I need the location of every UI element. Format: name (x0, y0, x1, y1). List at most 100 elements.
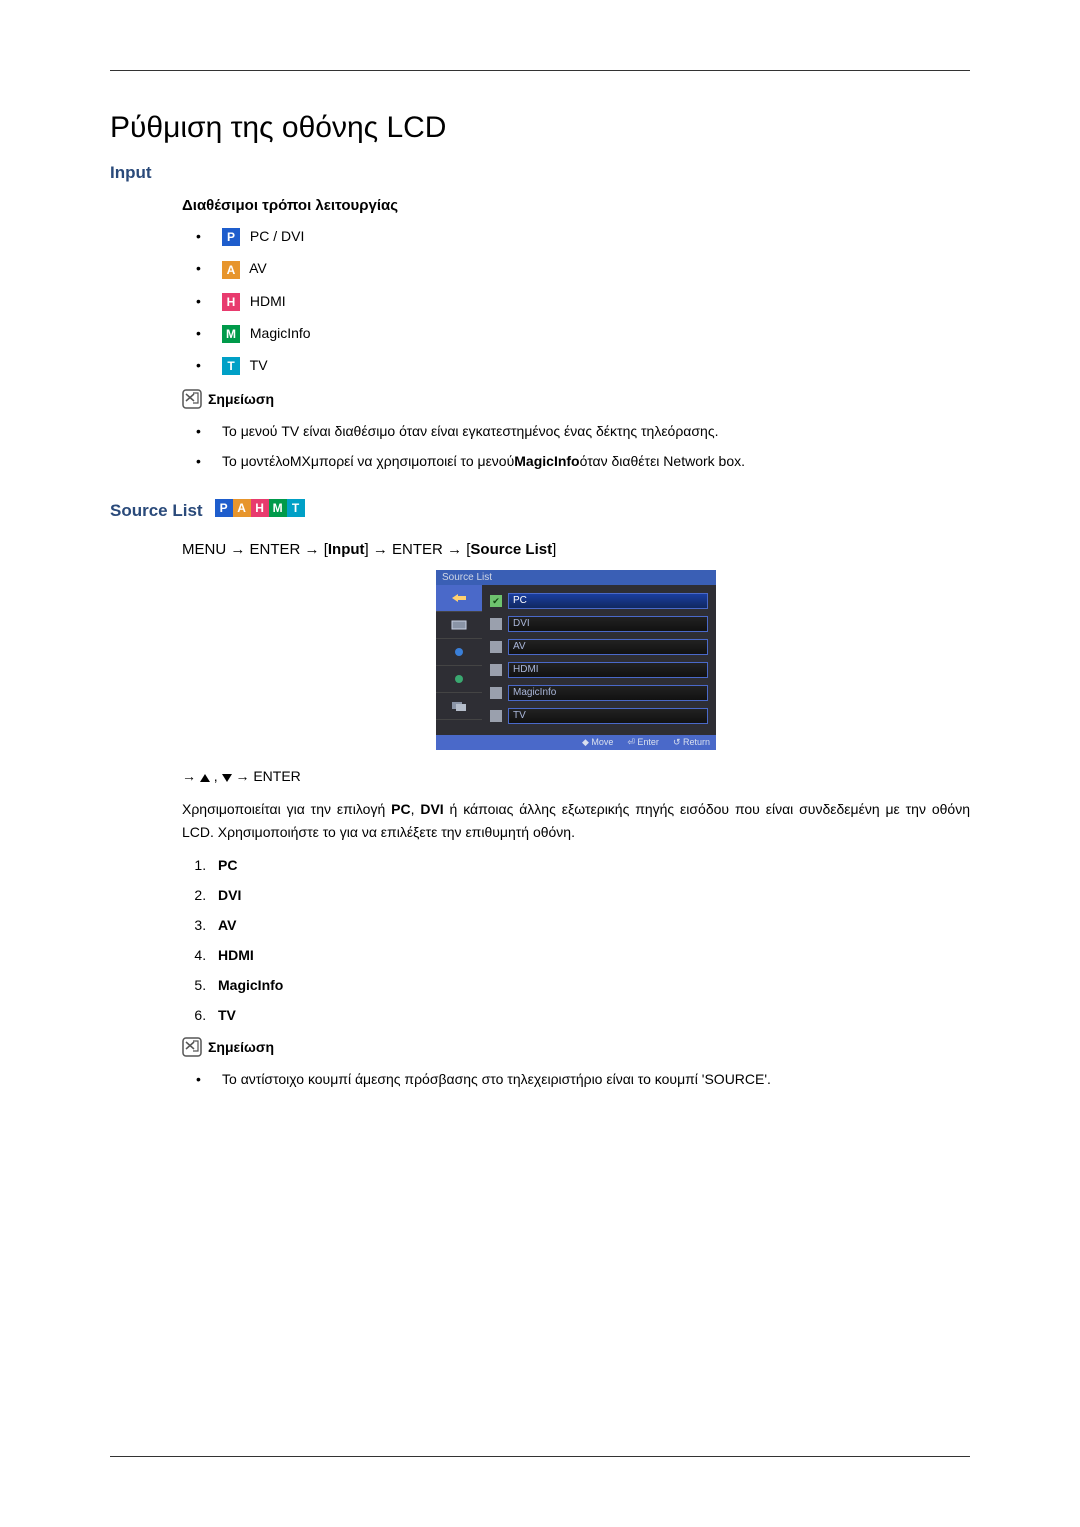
osd-row-hdmi: HDMI (490, 660, 708, 680)
top-divider (110, 70, 970, 71)
modes-heading: Διαθέσιμοι τρόποι λειτουργίας (182, 197, 970, 214)
osd-left-multi-icon (436, 693, 482, 720)
osd-row-pc: ✔ PC (490, 591, 708, 611)
notes-list-2: Το αντίστοιχο κουμπί άμεσης πρόσβασης στ… (182, 1071, 970, 1087)
section-source-list: Source List (110, 501, 203, 521)
a-icon: A (222, 261, 240, 279)
osd-row-magicinfo: MagicInfo (490, 683, 708, 703)
mp-a1: → (230, 541, 245, 558)
note-icon (182, 389, 202, 409)
osd-left-picture-icon (436, 612, 482, 639)
n1b-mx: MX (290, 453, 311, 469)
mode-hdmi: H HDMI (182, 293, 970, 311)
mode-pc: P PC / DVI (182, 228, 970, 246)
mp-rb2: ] (552, 541, 556, 558)
h-icon: H (222, 293, 240, 311)
bottom-divider (110, 1456, 970, 1457)
strip-t-icon: T (287, 499, 305, 517)
nl-dvi: DVI (218, 887, 241, 903)
osd-footer-return-label: Return (683, 737, 710, 747)
osd-dot-blue (455, 648, 463, 656)
desc-pc: PC (391, 801, 410, 817)
osd-dot-green (455, 675, 463, 683)
numlist-1: PC (210, 857, 970, 873)
osd-footer-move-label: Move (591, 737, 613, 747)
source-numbered-list: PC DVI AV HDMI MagicInfo TV (182, 857, 970, 1023)
strip-p-icon: P (215, 499, 233, 517)
menu-path: MENU → ENTER → [Input] → ENTER → [Source… (182, 541, 970, 558)
page-title: Ρύθμιση της οθόνης LCD (110, 111, 970, 145)
numlist-3: AV (210, 917, 970, 933)
strip-a-icon: A (233, 499, 251, 517)
mp-a3: → (373, 541, 388, 558)
nav-line: → , → ENTER (182, 768, 970, 784)
osd-footer-enter: ⏎ Enter (627, 737, 659, 748)
desc-dvi: DVI (420, 801, 443, 817)
mode-hdmi-label: HDMI (250, 293, 286, 309)
osd-left-input-icon (436, 585, 482, 612)
osd-check-on-icon: ✔ (490, 595, 502, 607)
osd-check-icon (490, 641, 502, 653)
mp-a4: → (447, 541, 462, 558)
up-arrow-icon (200, 774, 210, 782)
section-input: Input (110, 163, 970, 183)
osd-footer-return: ↺ Return (673, 737, 710, 748)
osd-row-tv: TV (490, 706, 708, 726)
strip-m-icon: M (269, 499, 287, 517)
mode-magicinfo: M MagicInfo (182, 325, 970, 343)
m-icon: M (222, 325, 240, 343)
osd-left-sound-icon (436, 639, 482, 666)
p-icon: P (222, 228, 240, 246)
n1b-mi: MagicInfo (514, 453, 579, 469)
osd-item-pc: PC (508, 593, 708, 609)
note-heading-1: Σημείωση (182, 389, 970, 409)
note-label-2: Σημείωση (208, 1039, 274, 1055)
osd-item-hdmi: HDMI (508, 662, 708, 678)
mp-input: Input (328, 541, 365, 558)
note-icon (182, 1037, 202, 1057)
note1-a: Το μενού TV είναι διαθέσιμο όταν είναι ε… (182, 423, 970, 439)
description: Χρησιμοποιείται για την επιλογή PC, DVI … (182, 798, 970, 843)
mp-sl: Source List (470, 541, 552, 558)
nav-enter: ENTER (253, 768, 300, 784)
numlist-4: HDMI (210, 947, 970, 963)
osd-list: ✔ PC DVI AV HDMI (482, 585, 716, 735)
nl-pc: PC (218, 857, 237, 873)
note-heading-2: Σημείωση (182, 1037, 970, 1057)
down-arrow-icon (222, 774, 232, 782)
osd-row-dvi: DVI (490, 614, 708, 634)
nl-mi: MagicInfo (218, 977, 283, 993)
mode-av-label: AV (249, 260, 267, 276)
modes-list: P PC / DVI A AV H HDMI M MagicInfo T TV (182, 228, 970, 375)
osd-check-icon (490, 710, 502, 722)
osd-item-tv: TV (508, 708, 708, 724)
note1-b: Το μοντέλοMXμπορεί να χρησιμοποιεί το με… (182, 453, 970, 469)
desc-pre: Χρησιμοποιείται για την επιλογή (182, 801, 391, 817)
n1b-mid2: όταν διαθέτει Network box. (580, 453, 745, 469)
mp-enter2: ENTER (392, 541, 443, 558)
mode-av: A AV (182, 260, 970, 278)
mode-magicinfo-label: MagicInfo (250, 325, 311, 341)
osd-check-icon (490, 687, 502, 699)
strip-h-icon: H (251, 499, 269, 517)
osd-left-setup-icon (436, 666, 482, 693)
mode-tv-label: TV (250, 357, 268, 373)
mp-a2: → (305, 541, 320, 558)
osd-item-dvi: DVI (508, 616, 708, 632)
numlist-5: MagicInfo (210, 977, 970, 993)
osd-item-av: AV (508, 639, 708, 655)
mode-tv: T TV (182, 357, 970, 375)
mp-rb1: ] (365, 541, 369, 558)
nl-tv: TV (218, 1007, 236, 1023)
mp-menu: MENU (182, 541, 226, 558)
osd-check-icon (490, 664, 502, 676)
osd-check-icon (490, 618, 502, 630)
nl-av: AV (218, 917, 236, 933)
osd-footer: ◆ Move ⏎ Enter ↺ Return (436, 735, 716, 750)
osd-title: Source List (436, 570, 716, 585)
n1b-pre: Το μοντέλο (222, 453, 290, 469)
osd-sidebar (436, 585, 482, 735)
mp-enter1: ENTER (250, 541, 301, 558)
notes-list-1: Το μενού TV είναι διαθέσιμο όταν είναι ε… (182, 423, 970, 469)
osd-footer-move: ◆ Move (582, 737, 613, 748)
